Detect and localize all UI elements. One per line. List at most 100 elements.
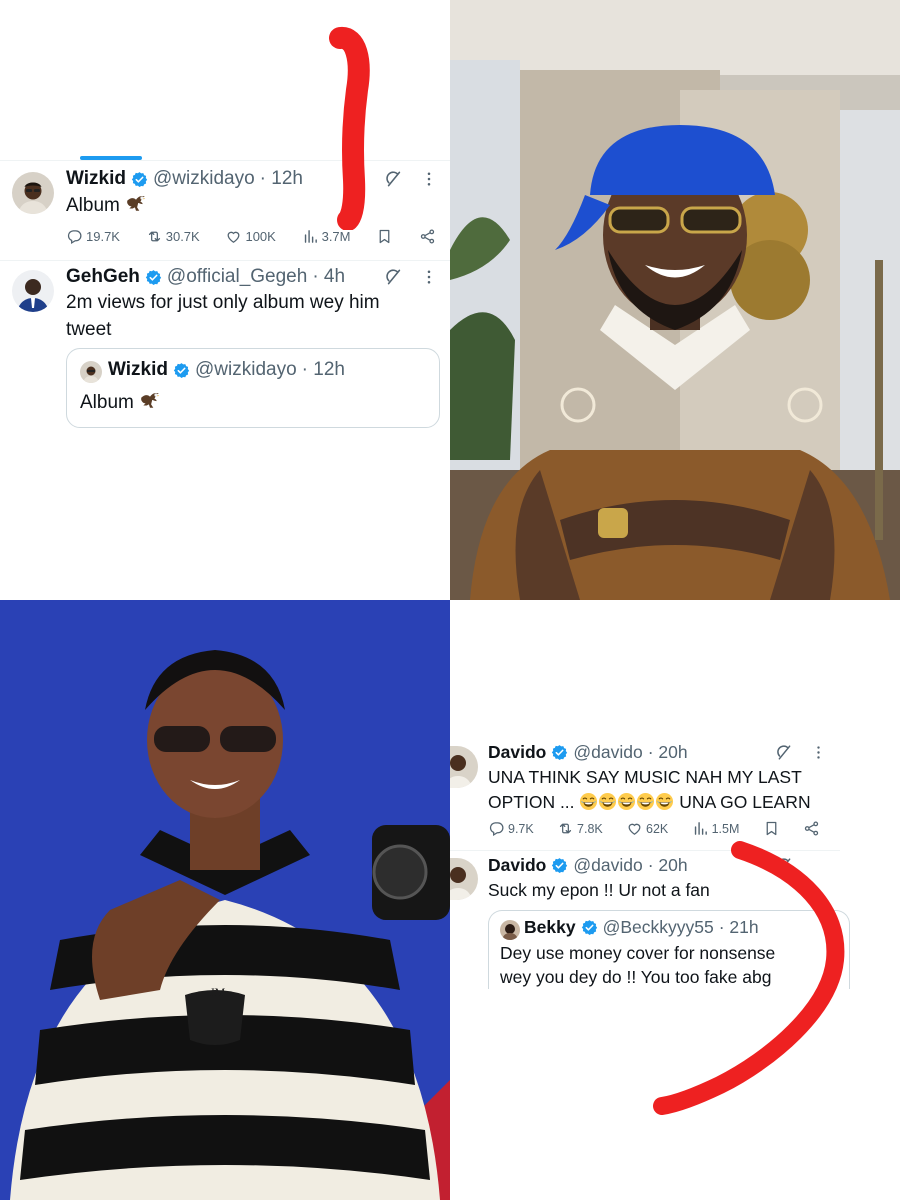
views-button[interactable]: 3.7M xyxy=(302,228,351,245)
author-name[interactable]: Davido xyxy=(488,742,546,763)
avatar xyxy=(80,361,102,383)
laughing-emoji-icon xyxy=(636,792,655,811)
panel-wizkid-tweets: Wizkid @wizkidayo · 12h Album 19.7K 30.7… xyxy=(0,0,450,600)
bookmark-button[interactable] xyxy=(376,228,393,245)
verified-badge-icon xyxy=(131,171,148,188)
more-options-icon[interactable] xyxy=(420,170,438,188)
like-button[interactable]: 62K xyxy=(626,820,668,837)
share-button[interactable] xyxy=(803,820,820,837)
quoted-author-handle: @Beckkyyy55 xyxy=(602,917,714,937)
repost-icon xyxy=(146,228,163,245)
photo-man-blue-cap-brown-shirt xyxy=(450,0,900,600)
tweet-text-part-b: UNA GO LEARN xyxy=(679,791,811,812)
repost-count: 30.7K xyxy=(165,229,200,244)
author-name[interactable]: GehGeh xyxy=(66,266,140,288)
reply-icon xyxy=(488,820,505,837)
photo-man-striped-polo-sunglasses: JM xyxy=(0,600,450,1200)
view-count: 1.5M xyxy=(711,821,740,836)
like-count: 62K xyxy=(646,821,669,836)
repost-icon xyxy=(557,820,574,837)
avatar[interactable] xyxy=(450,858,478,900)
grok-icon[interactable] xyxy=(384,267,404,287)
like-icon xyxy=(225,228,242,245)
reply-button[interactable]: 19.7K xyxy=(66,228,120,245)
crest-monogram: JM xyxy=(210,985,226,999)
view-count: 3.7M xyxy=(321,229,351,244)
quoted-tweet[interactable]: Bekky @Beckkyyy55 · 21h Dey use money co… xyxy=(488,910,850,989)
tweet-time[interactable]: · 12h xyxy=(260,168,303,190)
quoted-author-handle: @wizkidayo xyxy=(195,359,297,380)
share-icon xyxy=(419,228,436,245)
laughing-emoji-icon xyxy=(579,792,598,811)
avatar[interactable] xyxy=(12,172,54,214)
author-handle[interactable]: @davido xyxy=(573,855,642,876)
tweet-time[interactable]: · 20h xyxy=(648,855,688,876)
divider xyxy=(0,160,450,161)
tweet-text-line-1: UNA THINK SAY MUSIC NAH MY LAST xyxy=(488,767,802,787)
views-button[interactable]: 1.5M xyxy=(692,820,740,837)
reply-count: 19.7K xyxy=(86,229,120,244)
repost-button[interactable]: 7.8K xyxy=(557,820,603,837)
tweet-text: Album xyxy=(66,195,120,216)
repost-button[interactable]: 30.7K xyxy=(146,228,200,245)
photo-illustration xyxy=(450,0,900,600)
verified-badge-icon xyxy=(581,919,598,936)
tweet-text-part-a: OPTION ... xyxy=(488,791,575,812)
verified-badge-icon xyxy=(173,362,190,379)
quoted-tweet-text: Album xyxy=(80,392,134,413)
author-handle[interactable]: @davido xyxy=(573,742,642,763)
tweet-actions: 19.7K 30.7K 100K 3.7M xyxy=(66,228,436,245)
bookmark-icon xyxy=(763,820,780,837)
bookmark-button[interactable] xyxy=(763,820,780,837)
more-options-icon[interactable] xyxy=(420,268,438,286)
tweet-text: 2m views for just only album wey him twe… xyxy=(66,292,380,340)
views-icon xyxy=(692,820,709,837)
more-options-icon[interactable] xyxy=(810,744,827,761)
repost-count: 7.8K xyxy=(577,821,603,836)
like-button[interactable]: 100K xyxy=(225,228,276,245)
tweet-actions: 9.7K 7.8K 62K 1.5M xyxy=(488,820,820,837)
laughing-emoji-icon xyxy=(598,792,617,811)
author-handle[interactable]: @wizkidayo xyxy=(153,168,255,190)
like-icon xyxy=(626,820,643,837)
laughing-emoji-icon xyxy=(655,792,674,811)
tweet-time[interactable]: · 20h xyxy=(648,742,688,763)
tweet-davido-music[interactable]: Davido @davido · 20h UNA THINK SAY MUSIC… xyxy=(450,730,900,850)
avatar[interactable] xyxy=(450,746,478,788)
share-icon xyxy=(803,820,820,837)
eagle-emoji-icon xyxy=(125,192,147,214)
divider xyxy=(0,260,450,261)
tweet-text: Suck my epon !! Ur not a fan xyxy=(488,880,710,900)
verified-badge-icon xyxy=(145,269,162,286)
tweet-davido-reply[interactable]: Davido @davido · 20h Suck my epon !! Ur … xyxy=(450,850,900,990)
avatar xyxy=(500,920,520,940)
share-button[interactable] xyxy=(419,228,436,245)
like-count: 100K xyxy=(245,229,276,244)
verified-badge-icon xyxy=(551,857,568,874)
divider xyxy=(450,850,840,851)
eagle-emoji-icon xyxy=(139,389,161,411)
grok-icon[interactable] xyxy=(775,743,794,762)
grok-icon[interactable] xyxy=(775,856,794,875)
quoted-tweet-time: · 12h xyxy=(301,359,345,380)
quoted-tweet-text-line-2: wey you dey do !! You too fake abg xyxy=(500,967,772,988)
author-handle[interactable]: @official_Gegeh xyxy=(167,266,307,288)
bookmark-icon xyxy=(376,228,393,245)
quoted-tweet-text-line-1: Dey use money cover for nonsense xyxy=(500,943,776,963)
tweet-gehgeh-quote[interactable]: GehGeh @official_Gegeh · 4h 2m views for… xyxy=(0,260,450,440)
quoted-tweet-time: · 21h xyxy=(718,917,759,937)
author-name[interactable]: Davido xyxy=(488,855,546,876)
author-name[interactable]: Wizkid xyxy=(66,168,126,190)
grok-icon[interactable] xyxy=(384,169,404,189)
panel-davido-tweets: Davido @davido · 20h UNA THINK SAY MUSIC… xyxy=(450,600,900,1200)
reply-icon xyxy=(66,228,83,245)
verified-badge-icon xyxy=(551,744,568,761)
reply-button[interactable]: 9.7K xyxy=(488,820,534,837)
tweet-time[interactable]: · 4h xyxy=(312,266,345,288)
avatar[interactable] xyxy=(12,270,54,312)
views-icon xyxy=(302,228,319,245)
tweet-wizkid-album[interactable]: Wizkid @wizkidayo · 12h Album 19.7K 30.7… xyxy=(0,160,450,260)
quoted-author-name: Bekky xyxy=(524,917,576,937)
laughing-emoji-icon xyxy=(617,792,636,811)
quoted-tweet[interactable]: Wizkid @wizkidayo · 12h Album xyxy=(66,348,440,428)
